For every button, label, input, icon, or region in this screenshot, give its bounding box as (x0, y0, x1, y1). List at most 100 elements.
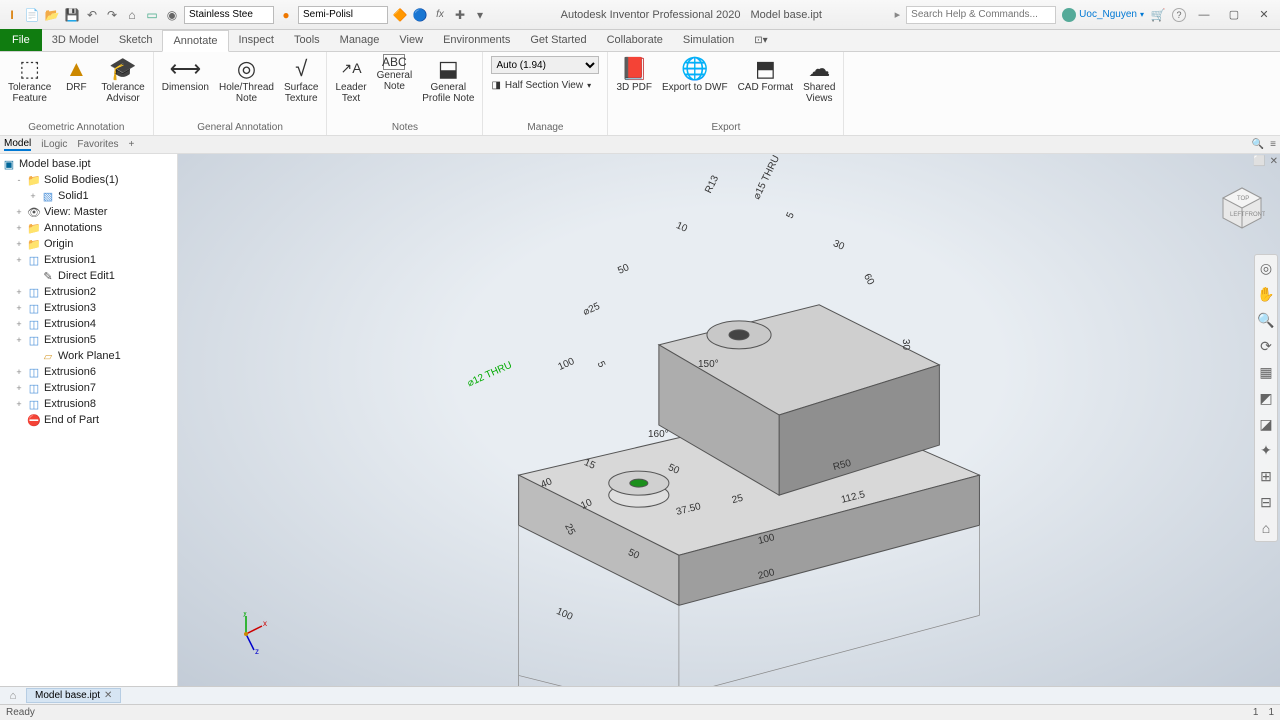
tree-item[interactable]: +📁Annotations (0, 220, 177, 236)
new-icon[interactable]: 📄 (24, 7, 40, 23)
tree-item[interactable]: +◫Extrusion2 (0, 284, 177, 300)
tree-item[interactable]: +◫Extrusion5 (0, 332, 177, 348)
tree-root[interactable]: ▣Model base.ipt (0, 156, 177, 172)
nav-tool2-icon[interactable]: ◪ (1255, 411, 1277, 437)
doc-close-icon[interactable]: ✕ (104, 690, 112, 701)
close-button[interactable]: ✕ (1252, 5, 1276, 25)
user-account[interactable]: Uoc_Nguyen▾ (1062, 8, 1144, 22)
add-icon[interactable]: ✚ (452, 7, 468, 23)
help-icon[interactable]: ? (1172, 8, 1186, 22)
panel-tab-ilogic[interactable]: iLogic (41, 139, 67, 150)
leader-text-button[interactable]: ↗ALeader Text (335, 54, 366, 104)
nav-wheel-icon[interactable]: ◎ (1255, 255, 1277, 281)
expand-icon[interactable]: + (14, 255, 24, 265)
tab-overflow-icon[interactable]: ⊡▾ (744, 29, 777, 51)
3d-pdf-button[interactable]: 📕3D PDF (616, 54, 652, 93)
favorites-icon[interactable]: 🛒 (1150, 7, 1166, 23)
panel-add-icon[interactable]: + (129, 139, 135, 150)
document-tab[interactable]: Model base.ipt ✕ (26, 688, 121, 703)
tree-item[interactable]: +◫Extrusion7 (0, 380, 177, 396)
nav-tool6-icon[interactable]: ⌂ (1255, 515, 1277, 541)
tree-item[interactable]: ✎Direct Edit1 (0, 268, 177, 284)
material-dropdown[interactable] (184, 6, 274, 24)
expand-icon[interactable]: + (14, 399, 24, 409)
shared-views-button[interactable]: ☁Shared Views (803, 54, 835, 104)
app-menu-icon[interactable]: I (4, 7, 20, 23)
tab-get-started[interactable]: Get Started (520, 29, 596, 51)
hole-note-button[interactable]: ◎Hole/Thread Note (219, 54, 274, 104)
tree-item[interactable]: +▧Solid1 (0, 188, 177, 204)
open-icon[interactable]: 📂 (44, 7, 60, 23)
viewport[interactable]: ⬜ ✕ (178, 154, 1280, 686)
nav-orbit-icon[interactable]: ⟳ (1255, 333, 1277, 359)
scale-dropdown[interactable]: Auto (1.94) (491, 56, 599, 74)
color2-icon[interactable]: 🔵 (412, 7, 428, 23)
expand-icon[interactable]: + (14, 287, 24, 297)
tree-item[interactable]: +◫Extrusion3 (0, 300, 177, 316)
file-tab[interactable]: File (0, 29, 42, 51)
fx-icon[interactable]: fx (432, 7, 448, 23)
redo-icon[interactable]: ↷ (104, 7, 120, 23)
export-dwf-button[interactable]: 🌐Export to DWF (662, 54, 728, 93)
nav-tool1-icon[interactable]: ◩ (1255, 385, 1277, 411)
material-icon[interactable]: ◉ (164, 7, 180, 23)
tab-sketch[interactable]: Sketch (109, 29, 163, 51)
tolerance-feature-button[interactable]: ⬚Tolerance Feature (8, 54, 51, 104)
vp-restore-icon[interactable]: ⬜ (1253, 156, 1265, 167)
expand-icon[interactable]: + (28, 191, 38, 201)
tree-item[interactable]: +◫Extrusion1 (0, 252, 177, 268)
tree-item[interactable]: +◫Extrusion4 (0, 316, 177, 332)
nav-tool4-icon[interactable]: ⊞ (1255, 463, 1277, 489)
select-icon[interactable]: ▭ (144, 7, 160, 23)
tolerance-advisor-button[interactable]: 🎓Tolerance Advisor (101, 54, 144, 104)
section-view-button[interactable]: ◨Half Section View▾ (491, 78, 599, 93)
tree-item[interactable]: +◫Extrusion8 (0, 396, 177, 412)
surface-texture-button[interactable]: √Surface Texture (284, 54, 318, 104)
undo-icon[interactable]: ↶ (84, 7, 100, 23)
view-cube[interactable]: LEFT FRONT TOP (1219, 184, 1265, 230)
appearance-dropdown[interactable] (298, 6, 388, 24)
tree-item[interactable]: +📁Origin (0, 236, 177, 252)
drf-button[interactable]: ▲DRF (61, 54, 91, 93)
nav-pan-icon[interactable]: ✋ (1255, 281, 1277, 307)
expand-icon[interactable]: + (14, 303, 24, 313)
profile-note-button[interactable]: ⬓General Profile Note (422, 54, 474, 104)
tab-manage[interactable]: Manage (330, 29, 390, 51)
doc-home-icon[interactable]: ⌂ (6, 689, 20, 703)
color-icon[interactable]: 🔶 (392, 7, 408, 23)
tab-inspect[interactable]: Inspect (229, 29, 284, 51)
nav-lookat-icon[interactable]: ▦ (1255, 359, 1277, 385)
tab-3d-model[interactable]: 3D Model (42, 29, 109, 51)
nav-tool3-icon[interactable]: ✦ (1255, 437, 1277, 463)
tab-environments[interactable]: Environments (433, 29, 520, 51)
tree-item[interactable]: +👁View: Master (0, 204, 177, 220)
nav-tool5-icon[interactable]: ⊟ (1255, 489, 1277, 515)
appearance-icon[interactable]: ● (278, 7, 294, 23)
expand-icon[interactable]: + (14, 207, 24, 217)
dimension-button[interactable]: ⟷Dimension (162, 54, 209, 93)
tab-view[interactable]: View (389, 29, 433, 51)
tab-collaborate[interactable]: Collaborate (597, 29, 673, 51)
save-icon[interactable]: 💾 (64, 7, 80, 23)
vp-close-icon[interactable]: ✕ (1270, 156, 1278, 167)
panel-search-icon[interactable]: 🔍 (1252, 139, 1264, 150)
minimize-button[interactable]: — (1192, 5, 1216, 25)
expand-icon[interactable]: + (14, 367, 24, 377)
panel-menu-icon[interactable]: ≡ (1270, 139, 1276, 150)
cad-format-button[interactable]: ⬒CAD Format (738, 54, 794, 93)
tree-item[interactable]: -📁Solid Bodies(1) (0, 172, 177, 188)
qat-more-icon[interactable]: ▾ (472, 7, 488, 23)
tree-item[interactable]: ▱Work Plane1 (0, 348, 177, 364)
tab-tools[interactable]: Tools (284, 29, 330, 51)
expand-icon[interactable]: + (14, 319, 24, 329)
expand-icon[interactable]: + (14, 335, 24, 345)
tree-item[interactable]: +◫Extrusion6 (0, 364, 177, 380)
tab-simulation[interactable]: Simulation (673, 29, 744, 51)
maximize-button[interactable]: ▢ (1222, 5, 1246, 25)
expand-icon[interactable]: + (14, 239, 24, 249)
panel-tab-favorites[interactable]: Favorites (77, 139, 118, 150)
general-note-button[interactable]: ABCGeneral Note (377, 54, 413, 92)
search-input[interactable] (906, 6, 1056, 24)
nav-zoom-icon[interactable]: 🔍 (1255, 307, 1277, 333)
tree-item[interactable]: ⛔End of Part (0, 412, 177, 428)
